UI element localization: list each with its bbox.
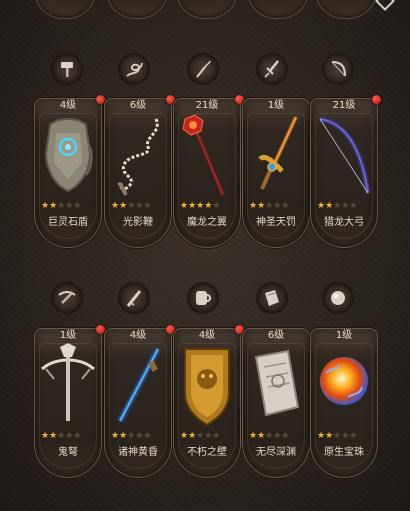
item-level: 1级 [267, 100, 285, 111]
equipment-card[interactable]: 4级 ★★★★★ 诸神黄昏 [104, 325, 175, 478]
top-card-bottom [34, 0, 96, 19]
star-rating: ★★★★★ [111, 431, 152, 441]
item-name: 不朽之壁 [187, 447, 227, 458]
equipment-card[interactable]: 21级 ★★★★★ 猎龙大弓 [310, 95, 381, 248]
item-name: 猎龙大弓 [324, 217, 364, 228]
star-rating: ★★★★★ [41, 201, 82, 211]
shield-art [44, 118, 93, 193]
hammer-icon[interactable] [52, 54, 82, 84]
close-icon[interactable] [375, 0, 395, 11]
gun-art [116, 347, 162, 423]
book-icon[interactable] [257, 283, 287, 313]
star-rating: ★★★★★ [249, 201, 290, 211]
sword-art [258, 116, 298, 190]
item-level: 21级 [195, 100, 219, 111]
star-rating: ★★★★★ [317, 201, 358, 211]
sword-icon[interactable] [257, 54, 287, 84]
equipment-card[interactable]: 1级 ★★★★★ 原生宝珠 [310, 328, 378, 478]
top-card-bottom [176, 0, 238, 19]
orb-art [320, 357, 368, 405]
bow-art [319, 116, 371, 194]
tower-shield-art [184, 348, 230, 427]
item-name: 鬼弩 [58, 447, 78, 458]
bow-icon[interactable] [323, 54, 353, 84]
item-level: 21级 [332, 100, 356, 111]
item-level: 4级 [198, 330, 216, 341]
item-level: 6级 [267, 330, 285, 341]
star-rating: ★★★★★ [111, 201, 152, 211]
item-level: 6级 [129, 100, 147, 111]
equipment-card[interactable]: 21级 ★★★★★ 魔龙之翼 [173, 95, 244, 248]
whip-icon[interactable] [119, 54, 149, 84]
crossbow-icon[interactable] [52, 283, 82, 313]
orb-icon[interactable] [323, 283, 353, 313]
top-edge [0, 0, 410, 22]
flail-icon[interactable] [188, 54, 218, 84]
equipment-card[interactable]: 1级 ★★★★★ 神圣天罚 [242, 98, 310, 248]
star-rating: ★★★★★ [180, 201, 221, 211]
item-level: 4级 [129, 330, 147, 341]
item-name: 无尽深渊 [256, 447, 296, 458]
top-card-bottom [247, 0, 309, 19]
equipment-card[interactable]: 4级 ★★★★★ 巨灵石盾 [34, 95, 105, 248]
notification-dot [372, 95, 381, 104]
item-name: 魔龙之翼 [187, 217, 227, 228]
whip-art [118, 118, 159, 196]
item-name: 光影鞭 [123, 217, 153, 228]
star-rating: ★★★★★ [180, 431, 221, 441]
item-level: 4级 [59, 100, 77, 111]
item-level: 1级 [335, 330, 353, 341]
item-name: 原生宝珠 [324, 447, 364, 458]
equipment-card[interactable]: 6级 ★★★★★ 无尽深渊 [242, 328, 310, 478]
gun-icon[interactable] [119, 283, 149, 313]
item-name: 诸神黄昏 [118, 447, 158, 458]
equipment-card[interactable]: 6级 ★★★★★ 光影鞭 [104, 95, 175, 248]
item-name: 巨灵石盾 [48, 217, 88, 228]
equipment-card[interactable]: 1级 ★★★★★ 鬼弩 [34, 325, 105, 478]
equipment-card[interactable]: 4级 ★★★★★ 不朽之壁 [173, 325, 244, 478]
top-card-bottom [106, 0, 168, 19]
staff-art [182, 114, 225, 196]
star-rating: ★★★★★ [317, 431, 358, 441]
crossbow-art [41, 343, 95, 421]
top-card-bottom [315, 0, 377, 19]
tome-art [254, 349, 300, 417]
item-name: 神圣天罚 [256, 217, 296, 228]
item-level: 1级 [59, 330, 77, 341]
star-rating: ★★★★★ [41, 431, 82, 441]
mug-icon[interactable] [188, 283, 218, 313]
star-rating: ★★★★★ [249, 431, 290, 441]
